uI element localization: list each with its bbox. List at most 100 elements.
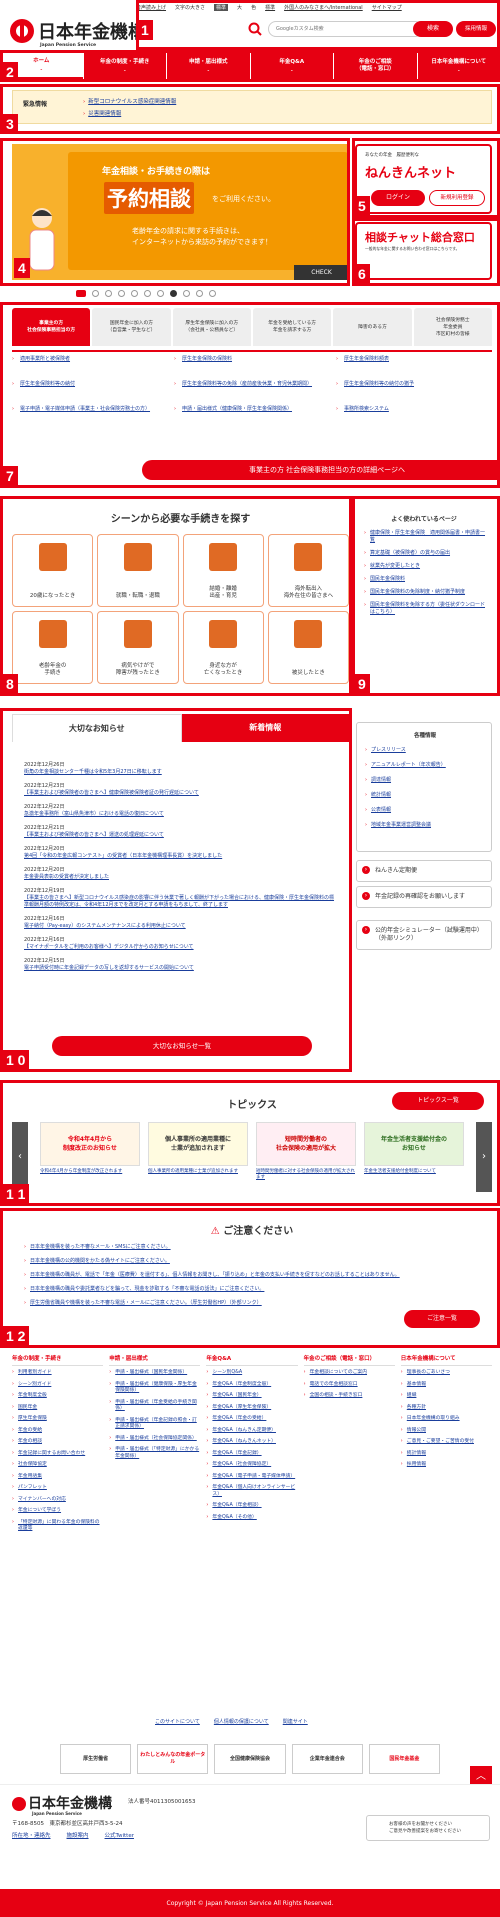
- footer-link[interactable]: 所在地・連絡先: [12, 1831, 51, 1839]
- sitemap-link[interactable]: 申請・届出様式（年金受給の手続き関係）: [109, 1400, 200, 1413]
- sitemap-link[interactable]: 電話での年金相談窓口: [304, 1382, 395, 1389]
- sitemap-link[interactable]: 年金Q&A（年金記録）: [206, 1451, 297, 1458]
- sitemap-link[interactable]: 統計情報: [401, 1451, 492, 1458]
- sitemap-link[interactable]: 年金の受給: [12, 1428, 103, 1435]
- procedure-tile[interactable]: 20歳になったとき: [12, 534, 94, 607]
- top-link-international[interactable]: 外国人のみなさまへ/International: [284, 4, 363, 11]
- emergency-link[interactable]: 新型コロナウイルス感染症関連情報: [83, 97, 176, 105]
- side-box-teikibin[interactable]: ねんきん定期便: [356, 860, 492, 882]
- carousel-dot[interactable]: [183, 289, 190, 297]
- info-link[interactable]: 公表情報: [365, 807, 446, 814]
- sitemap-link[interactable]: 申請・届出様式（国民年金関係）: [109, 1370, 200, 1377]
- nav-about[interactable]: 日本年金機構について ⌄: [416, 52, 500, 80]
- banner-pfa[interactable]: 企業年金連合会: [291, 1744, 363, 1774]
- popular-link[interactable]: 国民年金保険料の免除制度・納付猶予制度: [364, 589, 486, 596]
- tab-link[interactable]: 厚生年金保険料額表: [336, 356, 492, 381]
- sitemap-link[interactable]: 採用情報: [401, 1462, 492, 1469]
- carousel-dot-active[interactable]: [170, 289, 177, 297]
- banner-pension-portal[interactable]: わたしとみんなの年金ポータル: [137, 1744, 209, 1774]
- sitemap-link[interactable]: 年金用語集: [12, 1474, 103, 1481]
- sitemap-link[interactable]: 年金について学ぼう: [12, 1508, 103, 1515]
- topics-list-button[interactable]: トピックス一覧: [392, 1092, 484, 1110]
- popular-link[interactable]: 就業先が変更したとき: [364, 563, 486, 570]
- procedure-tile[interactable]: 被災したとき: [267, 611, 349, 684]
- tab-employee-pension[interactable]: 厚生年金保険に加入の方 （会社員・公務員など）: [172, 308, 251, 346]
- top-link-read-aloud[interactable]: 音声読み上げ: [136, 4, 166, 11]
- topic-card[interactable]: 令和4年4月から 制度改正のお知らせ 令和4年4月から年金制度が改正されます: [40, 1122, 140, 1202]
- sitemap-link[interactable]: 情報公開: [401, 1428, 492, 1435]
- news-item[interactable]: 2022年12月23日 【事業主および被保険者の皆さまへ】健康保険被保険者証の発行…: [24, 783, 334, 797]
- bottom-link[interactable]: このサイトについて: [155, 1718, 200, 1725]
- sitemap-link[interactable]: 申請・届出様式（健康保険・厚生年金保険関係）: [109, 1382, 200, 1395]
- carousel-dot[interactable]: [131, 289, 138, 297]
- sitemap-link[interactable]: 全国の相談・手続き窓口: [304, 1393, 395, 1400]
- sitemap-link[interactable]: 年金Q&A（年金の受給）: [206, 1416, 297, 1423]
- caution-list-button[interactable]: ご注意一覧: [404, 1310, 480, 1328]
- sitemap-link[interactable]: 厚生年金保険: [12, 1416, 103, 1423]
- footer-link[interactable]: 公式Twitter: [105, 1831, 134, 1839]
- tab-employer[interactable]: 事業主の方 社会保険事務担当の方: [12, 308, 91, 346]
- topic-card[interactable]: 個人事業所の適用業種に 士業が追加されます 個人事業所の適用業種に士業が追加されま…: [148, 1122, 248, 1202]
- tab-link[interactable]: 適用事業所と被保険者: [12, 356, 168, 381]
- carousel-dot[interactable]: [105, 289, 112, 297]
- news-item[interactable]: 2022年12月26日 街角の年金相談センター千種は令和5年3月27日に移転します: [24, 762, 334, 776]
- banner-mhlw[interactable]: 厚生労働省: [60, 1744, 132, 1774]
- nav-consult[interactable]: 年金のご相談 （電話・窓口）: [333, 52, 417, 80]
- tab-link[interactable]: 事務所検索システム: [336, 406, 492, 431]
- hero-check-button[interactable]: CHECK: [294, 265, 349, 280]
- sitemap-link[interactable]: 申請・届出様式（社会保障協定関係）: [109, 1436, 200, 1443]
- sitemap-link[interactable]: 年金Q&A（国民年金）: [206, 1393, 297, 1400]
- news-item[interactable]: 2022年12月22日 急激年金事務所（富山県魚津市）における電話の復旧について: [24, 804, 334, 818]
- tab-new[interactable]: 新着情報: [181, 714, 349, 742]
- procedure-tile[interactable]: 身近な方が 亡くなったとき: [182, 611, 264, 684]
- sitemap-link[interactable]: 利用者別ガイド: [12, 1370, 103, 1377]
- news-item[interactable]: 2022年12月21日 【事業主および被保険者の皆さまへ】運送の処理遅延について: [24, 825, 334, 839]
- sitemap-link[interactable]: 社会保障協定: [12, 1462, 103, 1469]
- info-link[interactable]: 統計情報: [365, 792, 446, 799]
- feedback-banner[interactable]: お客様の声をお聞かせください ご意見や改善提案をお寄せください: [366, 1815, 490, 1841]
- popular-link[interactable]: 算定基礎（被保険者）の賞与の届出: [364, 550, 486, 557]
- sitemap-link[interactable]: ご意見・ご要望・ご苦情の受付: [401, 1439, 492, 1446]
- carousel-dot[interactable]: [209, 289, 216, 297]
- chevron-right-icon[interactable]: ›: [476, 1122, 492, 1192]
- info-link[interactable]: 調達情報: [365, 777, 446, 784]
- tab-link[interactable]: 厚生年金保険料等の納付の猶予: [336, 381, 492, 406]
- sitemap-link[interactable]: 年金相談についてのご案内: [304, 1370, 395, 1377]
- sitemap-link[interactable]: 申請・届出様式（年金記録の照会・訂正請求関係）: [109, 1418, 200, 1431]
- tab-detail-button[interactable]: 事業主の方 社会保険事務担当の方の詳細ページへ: [142, 460, 500, 480]
- sitemap-link[interactable]: パンフレット: [12, 1485, 103, 1492]
- sitemap-link[interactable]: 年金Q&A（電子申請・電子媒体申請）: [206, 1474, 297, 1481]
- sitemap-link[interactable]: シーン別Q&A: [206, 1370, 297, 1377]
- search-input[interactable]: [268, 21, 423, 37]
- nav-system[interactable]: 年金の制度・手続き ⌄: [82, 52, 167, 80]
- news-item[interactable]: 2022年12月16日 【マイナポータルをご利用のお客様へ】デジタル庁からのお知ら…: [24, 937, 334, 951]
- news-item[interactable]: 2022年12月20日 年金委員表彰の受賞者が決定しました: [24, 867, 334, 881]
- sitemap-heading[interactable]: 年金Q&A: [206, 1356, 298, 1366]
- caution-link[interactable]: 日本年金機構の職員が、電話で「年金（医療費）を還付する」、個人情報をお聞きし、「…: [24, 1272, 480, 1279]
- bottom-link[interactable]: 関連サイト: [283, 1718, 308, 1725]
- side-box-simulator[interactable]: 公的年金シミュレーター（試験運用中）（外部リンク）: [356, 920, 492, 950]
- sitemap-link[interactable]: マイナンバーへの対応: [12, 1497, 103, 1504]
- info-link[interactable]: アニュアルレポート（年次報告）: [365, 762, 446, 769]
- sitemap-link[interactable]: 年金Q&A（社会保障協定）: [206, 1462, 297, 1469]
- footer-logo[interactable]: 日本年金機構: [12, 1793, 112, 1813]
- nav-qa[interactable]: 年金Q&A ⌄: [249, 52, 334, 80]
- caution-link[interactable]: 日本年金機構の公的機関をかたる偽サイトにご注意ください。: [24, 1258, 480, 1265]
- emergency-link[interactable]: 災害関連情報: [83, 109, 176, 117]
- topic-card[interactable]: 短時間労働者の 社会保険の適用が拡大 短時間労働者に対する社会保険の適用が拡大され…: [256, 1122, 356, 1202]
- carousel-dot[interactable]: [118, 289, 125, 297]
- sitemap-heading[interactable]: 年金の制度・手続き: [12, 1356, 104, 1366]
- nenkin-net-title[interactable]: ねんきんネット: [365, 162, 456, 181]
- sitemap-link[interactable]: 年金Q&A（ねんきんネット）: [206, 1439, 297, 1446]
- tab-link[interactable]: 電子申請・電子媒体申請（事業主・社会保険労務士の方）: [12, 406, 168, 431]
- footer-link[interactable]: 施設案内: [67, 1831, 89, 1839]
- caution-link[interactable]: 日本年金機構を装った不審なメール・SMSにご注意ください。: [24, 1244, 480, 1251]
- nenkin-login-button[interactable]: ログイン: [371, 190, 425, 206]
- carousel-dot[interactable]: [196, 289, 203, 297]
- popular-link[interactable]: 健康保険・厚生年金保険 適用関係届書・申請書一覧: [364, 530, 486, 544]
- procedure-tile[interactable]: 就職・転職・退職: [97, 534, 179, 607]
- sitemap-link[interactable]: 申請・届出様式（「特定財源」にかかる年金関係）: [109, 1447, 200, 1460]
- top-link-sitemap[interactable]: サイトマップ: [372, 4, 402, 11]
- tab-link[interactable]: 申請・届出様式（健康保険・厚生年金保険関係）: [174, 406, 330, 431]
- side-box-record[interactable]: 年金記録の再確認をお願いします: [356, 886, 492, 908]
